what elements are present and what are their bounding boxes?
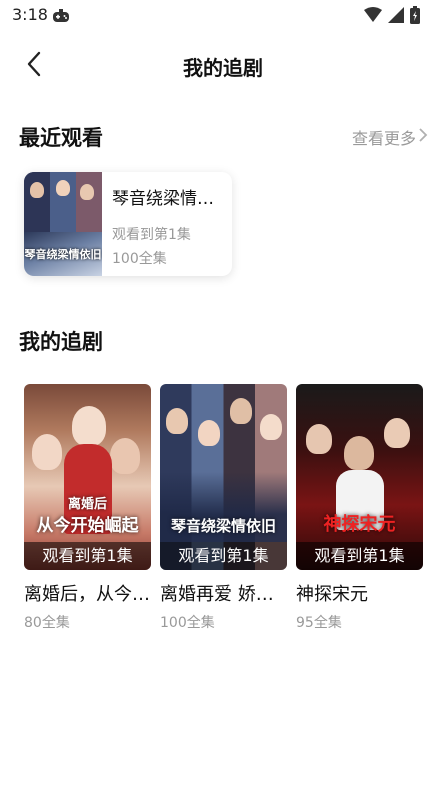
- drama-cover-title: 神探宋元: [323, 514, 396, 535]
- drama-cover: 神探宋元 观看到第1集: [296, 384, 423, 570]
- recent-cover-title: 琴音绕梁情依旧: [24, 248, 102, 261]
- nav-bar: 我的追剧: [0, 40, 446, 90]
- page-title: 我的追剧: [183, 56, 263, 80]
- drama-cover-subtitle: 离婚后: [67, 497, 107, 512]
- drama-total: 95全集: [296, 615, 342, 631]
- drama-cover-title: 琴音绕梁情依旧: [170, 517, 276, 535]
- gamepad-icon: [52, 8, 70, 27]
- progress-badge: 观看到第1集: [24, 542, 151, 570]
- battery-icon: [410, 6, 420, 28]
- status-icons: [364, 6, 420, 28]
- recent-drama-cover: 琴音绕梁情依旧: [24, 172, 102, 276]
- drama-card[interactable]: 离婚后 从今开始崛起 观看到第1集 离婚后，从今开始崛起 80全集: [24, 384, 151, 632]
- recent-drama-progress: 观看到第1集: [112, 227, 191, 243]
- drama-total: 100全集: [160, 615, 215, 631]
- signal-icon: [388, 7, 404, 27]
- drama-cover: 琴音绕梁情依旧 观看到第1集: [160, 384, 287, 570]
- progress-badge: 观看到第1集: [296, 542, 423, 570]
- drama-card[interactable]: 琴音绕梁情依旧 观看到第1集 离婚再爱 娇妻难追 100全集: [160, 384, 287, 632]
- see-more-link[interactable]: 查看更多: [352, 125, 428, 149]
- wifi-icon: [364, 7, 382, 27]
- drama-name: 离婚再爱 娇妻难追: [160, 584, 287, 605]
- drama-list: 离婚后 从今开始崛起 观看到第1集 离婚后，从今开始崛起 80全集 琴音绕梁情依…: [24, 384, 424, 634]
- drama-cover: 离婚后 从今开始崛起 观看到第1集: [24, 384, 151, 570]
- recent-drama-total: 100全集: [112, 251, 167, 267]
- progress-badge: 观看到第1集: [160, 542, 287, 570]
- recent-drama-name: 琴音绕梁情依旧: [112, 189, 224, 209]
- drama-card[interactable]: 神探宋元 观看到第1集 神探宋元 95全集: [296, 384, 423, 632]
- recent-drama-card[interactable]: 琴音绕梁情依旧 琴音绕梁情依旧 观看到第1集 100全集: [24, 172, 232, 276]
- drama-name: 神探宋元: [296, 584, 368, 605]
- status-bar: 3:18: [0, 0, 446, 30]
- drama-cover-title: 从今开始崛起: [36, 516, 139, 536]
- favorites-section-title: 我的追剧: [19, 330, 103, 354]
- recent-section-title: 最近观看: [19, 126, 103, 150]
- status-time: 3:18: [12, 5, 48, 24]
- drama-total: 80全集: [24, 615, 70, 631]
- chevron-right-icon: [418, 127, 428, 147]
- drama-name: 离婚后，从今开始崛起: [24, 584, 151, 605]
- see-more-label: 查看更多: [351, 129, 416, 148]
